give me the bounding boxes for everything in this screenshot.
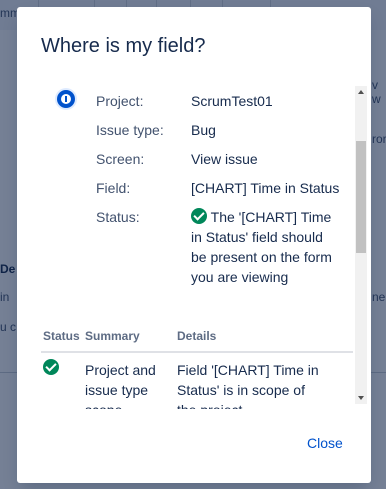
- detail-value: ScrumTest01: [191, 93, 273, 109]
- scroll-up-arrow-icon[interactable]: [358, 90, 364, 94]
- vertical-scrollbar[interactable]: [355, 86, 367, 404]
- table-cell-summary: Project and issue type scope: [85, 362, 156, 409]
- success-check-icon: [43, 359, 59, 375]
- scrollbar-thumb[interactable]: [356, 141, 366, 253]
- detail-value: View issue: [191, 151, 258, 167]
- detail-value: [CHART] Time in Status: [191, 180, 340, 196]
- status-message: The '[CHART] Time in Status' field shoul…: [191, 207, 341, 287]
- column-header-details: Details: [177, 329, 217, 343]
- detail-label: Project:: [96, 93, 144, 109]
- status-message-text: The '[CHART] Time in Status' field shoul…: [191, 209, 332, 285]
- detail-label: Status:: [96, 209, 140, 225]
- detail-value: Bug: [191, 122, 216, 138]
- success-check-icon: [191, 208, 207, 224]
- table-cell-details: Field '[CHART] Time in Status' is in sco…: [177, 362, 319, 409]
- dialog-title: Where is my field?: [41, 35, 206, 57]
- info-icon: [57, 90, 75, 108]
- close-button[interactable]: Close: [301, 433, 349, 453]
- where-is-my-field-dialog: Where is my field? Project: ScrumTest01 …: [17, 7, 371, 483]
- table-header: Status Summary Details: [41, 329, 353, 353]
- detail-label: Field:: [96, 180, 131, 196]
- column-header-summary: Summary: [85, 329, 140, 343]
- detail-label: Issue type:: [96, 122, 164, 138]
- column-header-status: Status: [43, 329, 80, 343]
- dialog-scroll-area[interactable]: Project: ScrumTest01 Issue type: Bug Scr…: [41, 83, 369, 409]
- scroll-down-arrow-icon[interactable]: [358, 396, 364, 400]
- detail-label: Screen:: [96, 151, 145, 167]
